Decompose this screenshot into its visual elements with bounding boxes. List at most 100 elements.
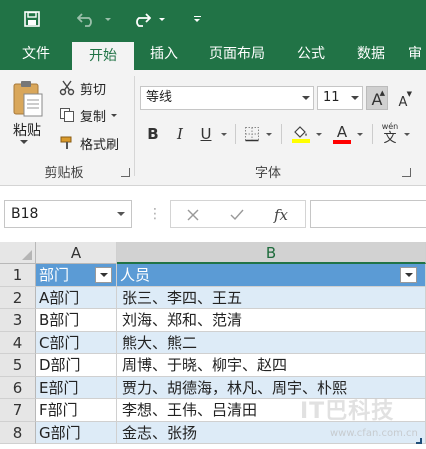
fill-color-button[interactable] [289, 122, 313, 146]
row-header[interactable]: 7 [0, 399, 36, 422]
tab-page-layout[interactable]: 页面布局 [198, 38, 276, 70]
tab-formulas[interactable]: 公式 [286, 38, 336, 70]
table-cell[interactable]: F部门 [36, 399, 117, 422]
name-box-dropdown-icon[interactable] [117, 212, 125, 216]
row-header[interactable]: 5 [0, 354, 36, 377]
copy-icon [56, 105, 78, 125]
font-color-letter: A [336, 123, 348, 141]
formula-buttons: fx [170, 200, 306, 228]
font-size-dropdown-icon[interactable] [351, 96, 359, 100]
cut-label: 剪切 [80, 82, 107, 98]
borders-icon[interactable] [241, 122, 263, 146]
tab-data[interactable]: 数据 [346, 38, 396, 70]
phonetic-char: 文 [383, 131, 397, 146]
redo-icon[interactable] [128, 7, 154, 31]
paste-icon[interactable] [10, 78, 46, 118]
row-header[interactable]: 1 [0, 264, 36, 287]
underline-dropdown-icon[interactable] [218, 122, 230, 146]
clipboard-group-label: 剪贴板 [44, 166, 84, 181]
customize-qat-icon[interactable] [190, 7, 204, 31]
tab-file[interactable]: 文件 [10, 38, 62, 70]
quick-access-toolbar [0, 0, 426, 38]
font-size-value: 11 [323, 90, 340, 105]
filter-dropdown-icon[interactable] [95, 267, 112, 283]
enter-icon[interactable] [227, 205, 247, 225]
filter-dropdown-icon[interactable] [400, 267, 417, 283]
select-all-button[interactable] [0, 242, 36, 264]
grow-font-button[interactable]: A ▲ [366, 86, 388, 110]
scissors-icon [56, 78, 78, 98]
table-cell[interactable]: D部门 [36, 354, 117, 377]
undo-icon[interactable] [74, 7, 100, 31]
italic-button[interactable]: I [170, 122, 190, 146]
row-header[interactable]: 2 [0, 286, 36, 309]
phonetic-dropdown-icon[interactable] [402, 122, 412, 146]
table-cell[interactable]: 熊大、熊二 [117, 331, 426, 354]
font-color-button[interactable]: A [331, 122, 353, 146]
table-cell[interactable]: 周博、于晓、柳宇、赵四 [117, 354, 426, 377]
row-header[interactable]: 6 [0, 376, 36, 399]
column-header-a[interactable]: A [36, 242, 117, 264]
format-painter-label: 格式刷 [80, 137, 120, 153]
table-cell[interactable]: 张三、李四、王五 [117, 286, 426, 309]
font-color-dropdown-icon[interactable] [355, 122, 365, 146]
formula-input[interactable] [310, 200, 426, 228]
formula-bar-splitter[interactable]: ⋮ [148, 206, 162, 222]
phonetic-guide-button[interactable]: wén 文 [378, 122, 402, 146]
tab-insert[interactable]: 插入 [140, 38, 188, 70]
undo-dropdown-icon[interactable] [102, 7, 114, 31]
copy-button[interactable]: 复制 [56, 103, 118, 127]
fill-color-dropdown-icon[interactable] [314, 122, 324, 146]
font-name-dropdown-icon[interactable] [302, 96, 310, 100]
font-name-box[interactable]: 等线 [140, 86, 314, 110]
name-box-value: B18 [11, 206, 39, 222]
row-header[interactable]: 4 [0, 331, 36, 354]
table-cell[interactable]: A部门 [36, 286, 117, 309]
row-header[interactable]: 3 [0, 309, 36, 332]
redo-dropdown-icon[interactable] [156, 7, 168, 31]
bold-button[interactable]: B [143, 122, 163, 146]
watermark: IT巴科技 [300, 399, 395, 424]
table-cell[interactable]: E部门 [36, 376, 117, 399]
clipboard-launcher-icon[interactable] [121, 168, 130, 177]
name-box[interactable]: B18 [4, 200, 132, 228]
column-header-b[interactable]: B [117, 242, 426, 264]
cancel-icon[interactable] [183, 205, 203, 225]
formula-bar: B18 ⋮ fx [0, 186, 426, 242]
shrink-font-icon: ▼ [406, 90, 412, 98]
watermark-url: www.cfan.com.cn [330, 428, 418, 439]
font-name-value: 等线 [146, 90, 173, 105]
font-divider [281, 124, 282, 144]
grow-font-icon: ▲ [379, 89, 385, 97]
copy-dropdown-icon[interactable] [111, 113, 118, 117]
table-cell[interactable]: 刘海、郑和、范清 [117, 309, 426, 332]
font-group-label: 字体 [254, 166, 281, 181]
shrink-font-button[interactable]: A ▼ [392, 86, 414, 110]
underline-button[interactable]: U [196, 122, 216, 146]
tab-home[interactable]: 开始 [72, 42, 134, 70]
row-header[interactable]: 8 [0, 421, 36, 444]
table-cell[interactable]: B部门 [36, 309, 117, 332]
font-launcher-icon[interactable] [402, 168, 411, 177]
fill-color-swatch [292, 139, 310, 143]
format-painter-button[interactable]: 格式刷 [56, 131, 119, 155]
font-divider [372, 124, 373, 144]
insert-function-button[interactable]: fx [269, 205, 293, 225]
font-size-box[interactable]: 11 [317, 86, 363, 110]
save-icon[interactable] [20, 7, 44, 31]
tab-review[interactable]: 审 [408, 38, 426, 70]
paint-bucket-icon [294, 126, 307, 138]
cut-button[interactable]: 剪切 [56, 76, 106, 100]
font-color-swatch [333, 140, 351, 144]
table-cell[interactable]: G部门 [36, 421, 117, 444]
copy-label: 复制 [80, 109, 107, 125]
table-cell[interactable]: C部门 [36, 331, 117, 354]
table-header-cell[interactable]: 部门 [36, 264, 117, 287]
font-divider [235, 124, 236, 144]
borders-dropdown-icon[interactable] [264, 122, 274, 146]
group-divider [134, 76, 135, 176]
format-painter-icon [56, 133, 78, 153]
paste-dropdown-icon[interactable] [20, 140, 28, 144]
paste-button[interactable]: 粘贴 [13, 120, 41, 140]
table-header-cell[interactable]: 人员 [117, 264, 426, 287]
